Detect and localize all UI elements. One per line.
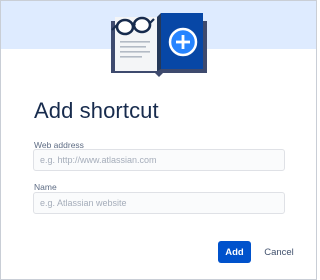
name-input[interactable] bbox=[33, 192, 285, 214]
add-shortcut-dialog: Add shortcut Web address Name Add Cancel bbox=[0, 0, 317, 280]
cancel-button[interactable]: Cancel bbox=[258, 241, 300, 263]
book-with-glasses-plus-icon bbox=[111, 13, 207, 77]
web-address-input[interactable] bbox=[33, 149, 285, 171]
name-label: Name bbox=[34, 182, 57, 192]
add-button[interactable]: Add bbox=[218, 241, 251, 263]
dialog-title: Add shortcut bbox=[34, 98, 159, 123]
